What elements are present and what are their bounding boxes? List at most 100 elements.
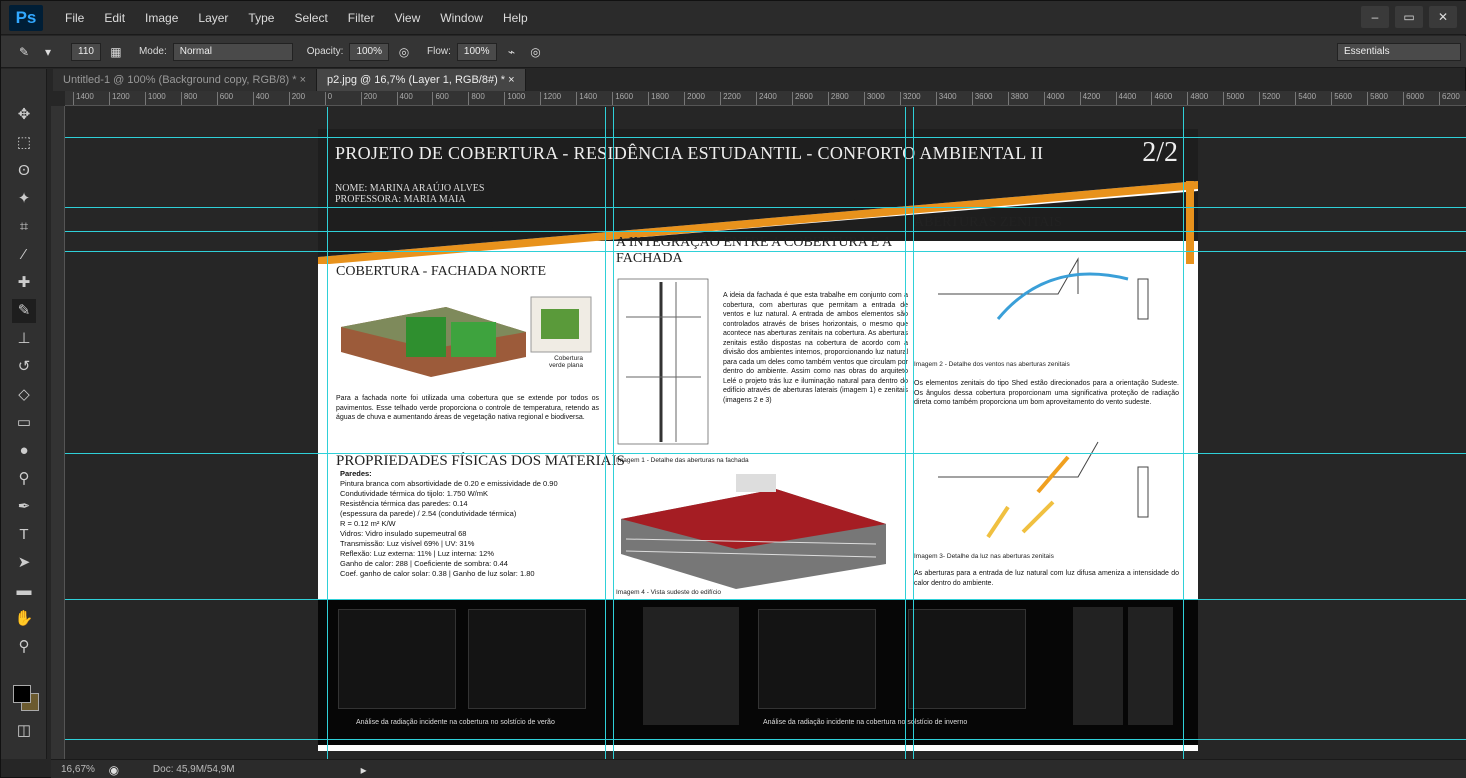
close-button[interactable]: ✕	[1429, 6, 1457, 28]
menu-filter[interactable]: Filter	[338, 11, 385, 25]
canvas-area[interactable]: PROJETO DE COBERTURA - RESIDÊNCIA ESTUDA…	[65, 107, 1466, 759]
section-cobertura-title: COBERTURA - FACHADA NORTE	[336, 264, 547, 279]
minimize-button[interactable]: –	[1361, 6, 1389, 28]
prop-formula: (espessura da parede) / 2.54 (condutivid…	[340, 509, 517, 518]
rectangle-tool-icon[interactable]: ▬	[12, 579, 36, 603]
summer-analysis-caption: Análise da radiação incidente na cobertu…	[356, 719, 555, 726]
blur-tool-icon[interactable]: ●	[12, 439, 36, 463]
menu-layer[interactable]: Layer	[188, 11, 238, 25]
pressure-opacity-icon[interactable]: ◎	[395, 43, 413, 61]
ruler-tick-label: 4200	[1079, 92, 1100, 105]
brush-size-picker[interactable]: 110	[71, 42, 101, 61]
guide-horizontal[interactable]	[65, 599, 1466, 600]
prop-r-value: R = 0.12 m² K/W	[340, 519, 396, 528]
ruler-tick-label: 3200	[899, 92, 921, 105]
section-cobertura-text: Para a fachada norte foi utilizada uma c…	[336, 395, 599, 421]
chevron-down-icon[interactable]: ▾	[39, 43, 57, 61]
prop-transmission: Transmissão: Luz visível 69% | UV: 31%	[340, 539, 475, 548]
gradient-tool-icon[interactable]: ▭	[12, 411, 36, 435]
ruler-tick-label: 1200	[108, 92, 130, 105]
menu-file[interactable]: File	[55, 11, 94, 25]
section-zenitais-text-1: Os elementos zenitais do tipo Shed estão…	[914, 380, 1179, 406]
document-canvas[interactable]: PROJETO DE COBERTURA - RESIDÊNCIA ESTUDA…	[318, 129, 1198, 751]
vertical-ruler[interactable]	[51, 106, 65, 759]
move-tool-icon[interactable]: ✥	[12, 103, 36, 127]
restore-button[interactable]: ▭	[1395, 6, 1423, 28]
image4-caption: Imagem 4 - Vista sudeste do edifício	[616, 589, 722, 596]
document-tabs: Untitled-1 @ 100% (Background copy, RGB/…	[53, 69, 526, 91]
guide-horizontal[interactable]	[65, 137, 1466, 138]
summer-data-table-2	[698, 607, 738, 725]
history-brush-tool-icon[interactable]: ↺	[12, 355, 36, 379]
document-title: PROJETO DE COBERTURA - RESIDÊNCIA ESTUDA…	[335, 143, 1044, 163]
tab-p2-jpg[interactable]: p2.jpg @ 16,7% (Layer 1, RGB/8#) * ×	[317, 69, 526, 91]
ruler-tick-label: 800	[180, 92, 197, 105]
menu-edit[interactable]: Edit	[94, 11, 135, 25]
guide-horizontal[interactable]	[65, 251, 1466, 252]
marquee-tool-icon[interactable]: ⬚	[12, 131, 36, 155]
airbrush-icon[interactable]: ⌁	[503, 43, 521, 61]
mode-label: Mode:	[138, 46, 167, 57]
ruler-tick-label: 1400	[576, 92, 597, 105]
summer-radiation-chart-2	[468, 609, 586, 709]
crop-tool-icon[interactable]: ⌗	[12, 215, 36, 239]
pen-tool-icon[interactable]: ✒	[12, 495, 36, 519]
opacity-input[interactable]: 100%	[349, 42, 390, 61]
winter-analysis-caption: Análise da radiação incidente na cobertu…	[763, 719, 968, 726]
dodge-tool-icon[interactable]: ⚲	[12, 467, 36, 491]
guide-vertical[interactable]	[913, 107, 914, 759]
horizontal-ruler[interactable]: 1400 1200 1000 800 600 400 200 0 200 400 600 800 100…	[65, 91, 1466, 106]
guide-vertical[interactable]	[327, 107, 328, 759]
foreground-color-swatch[interactable]	[13, 685, 31, 703]
eyedropper-tool-icon[interactable]: ⁄	[12, 243, 36, 267]
ruler-tick-label: 600	[216, 92, 233, 105]
menu-help[interactable]: Help	[493, 11, 538, 25]
menu-image[interactable]: Image	[135, 11, 188, 25]
clone-stamp-tool-icon[interactable]: ⊥	[12, 327, 36, 351]
quick-selection-tool-icon[interactable]: ✦	[12, 187, 36, 211]
image1-caption: Imagem 1 - Detalhe das aberturas na fach…	[616, 457, 749, 464]
healing-brush-tool-icon[interactable]: ✚	[12, 271, 36, 295]
mode-select[interactable]: Normal	[172, 42, 293, 61]
ruler-tick-label: 1400	[73, 92, 94, 105]
brush-tool-preset-icon[interactable]: ✎	[15, 43, 33, 61]
guide-horizontal[interactable]	[65, 453, 1466, 454]
prop-glass: Vidros: Vidro insulado supemeutral 68	[340, 529, 467, 538]
guide-vertical[interactable]	[605, 107, 606, 759]
hand-tool-icon[interactable]: ✋	[12, 607, 36, 631]
quick-mask-icon[interactable]: ◫	[12, 719, 36, 743]
menu-view[interactable]: View	[384, 11, 430, 25]
menu-type[interactable]: Type	[238, 11, 284, 25]
guide-vertical[interactable]	[1183, 107, 1184, 759]
lasso-tool-icon[interactable]: ʘ	[12, 159, 36, 183]
photoshop-logo: Ps	[9, 4, 43, 31]
pressure-size-icon[interactable]: ◎	[527, 43, 545, 61]
type-tool-icon[interactable]: T	[12, 523, 36, 547]
guide-horizontal[interactable]	[65, 231, 1466, 232]
brush-tool-icon[interactable]: ✎	[12, 299, 36, 323]
menu-select[interactable]: Select	[284, 11, 337, 25]
guide-horizontal[interactable]	[65, 207, 1466, 208]
eraser-tool-icon[interactable]: ◇	[12, 383, 36, 407]
status-menu-arrow-icon[interactable]: ▸	[355, 761, 373, 778]
zoom-tool-icon[interactable]: ⚲	[12, 635, 36, 659]
path-selection-tool-icon[interactable]: ➤	[12, 551, 36, 575]
guide-vertical[interactable]	[613, 107, 614, 759]
facade-detail-drawing	[617, 278, 709, 445]
image2-caption: Imagem 2 - Detalhe dos ventos nas abertu…	[914, 361, 1070, 368]
prop-reflection: Reflexão: Luz externa: 11% | Luz interna…	[340, 549, 494, 558]
flow-input[interactable]: 100%	[456, 42, 497, 61]
share-icon[interactable]: ◉	[105, 761, 123, 778]
image3-caption: Imagem 3- Detalhe da luz nas aberturas z…	[914, 553, 1054, 560]
ruler-tick-label: 1000	[144, 92, 166, 105]
menu-window[interactable]: Window	[430, 11, 493, 25]
guide-horizontal[interactable]	[65, 739, 1466, 740]
workspace-select[interactable]: Essentials	[1337, 43, 1461, 61]
prop-walls: Paredes:	[340, 469, 372, 478]
guide-vertical[interactable]	[905, 107, 906, 759]
zoom-level[interactable]: 16,67%	[61, 764, 95, 775]
ruler-tick-label: 5600	[1331, 92, 1352, 105]
ruler-tick-label: 1000	[504, 92, 525, 105]
tab-untitled-1[interactable]: Untitled-1 @ 100% (Background copy, RGB/…	[53, 69, 317, 91]
brush-panel-icon[interactable]: ▦	[107, 43, 125, 61]
